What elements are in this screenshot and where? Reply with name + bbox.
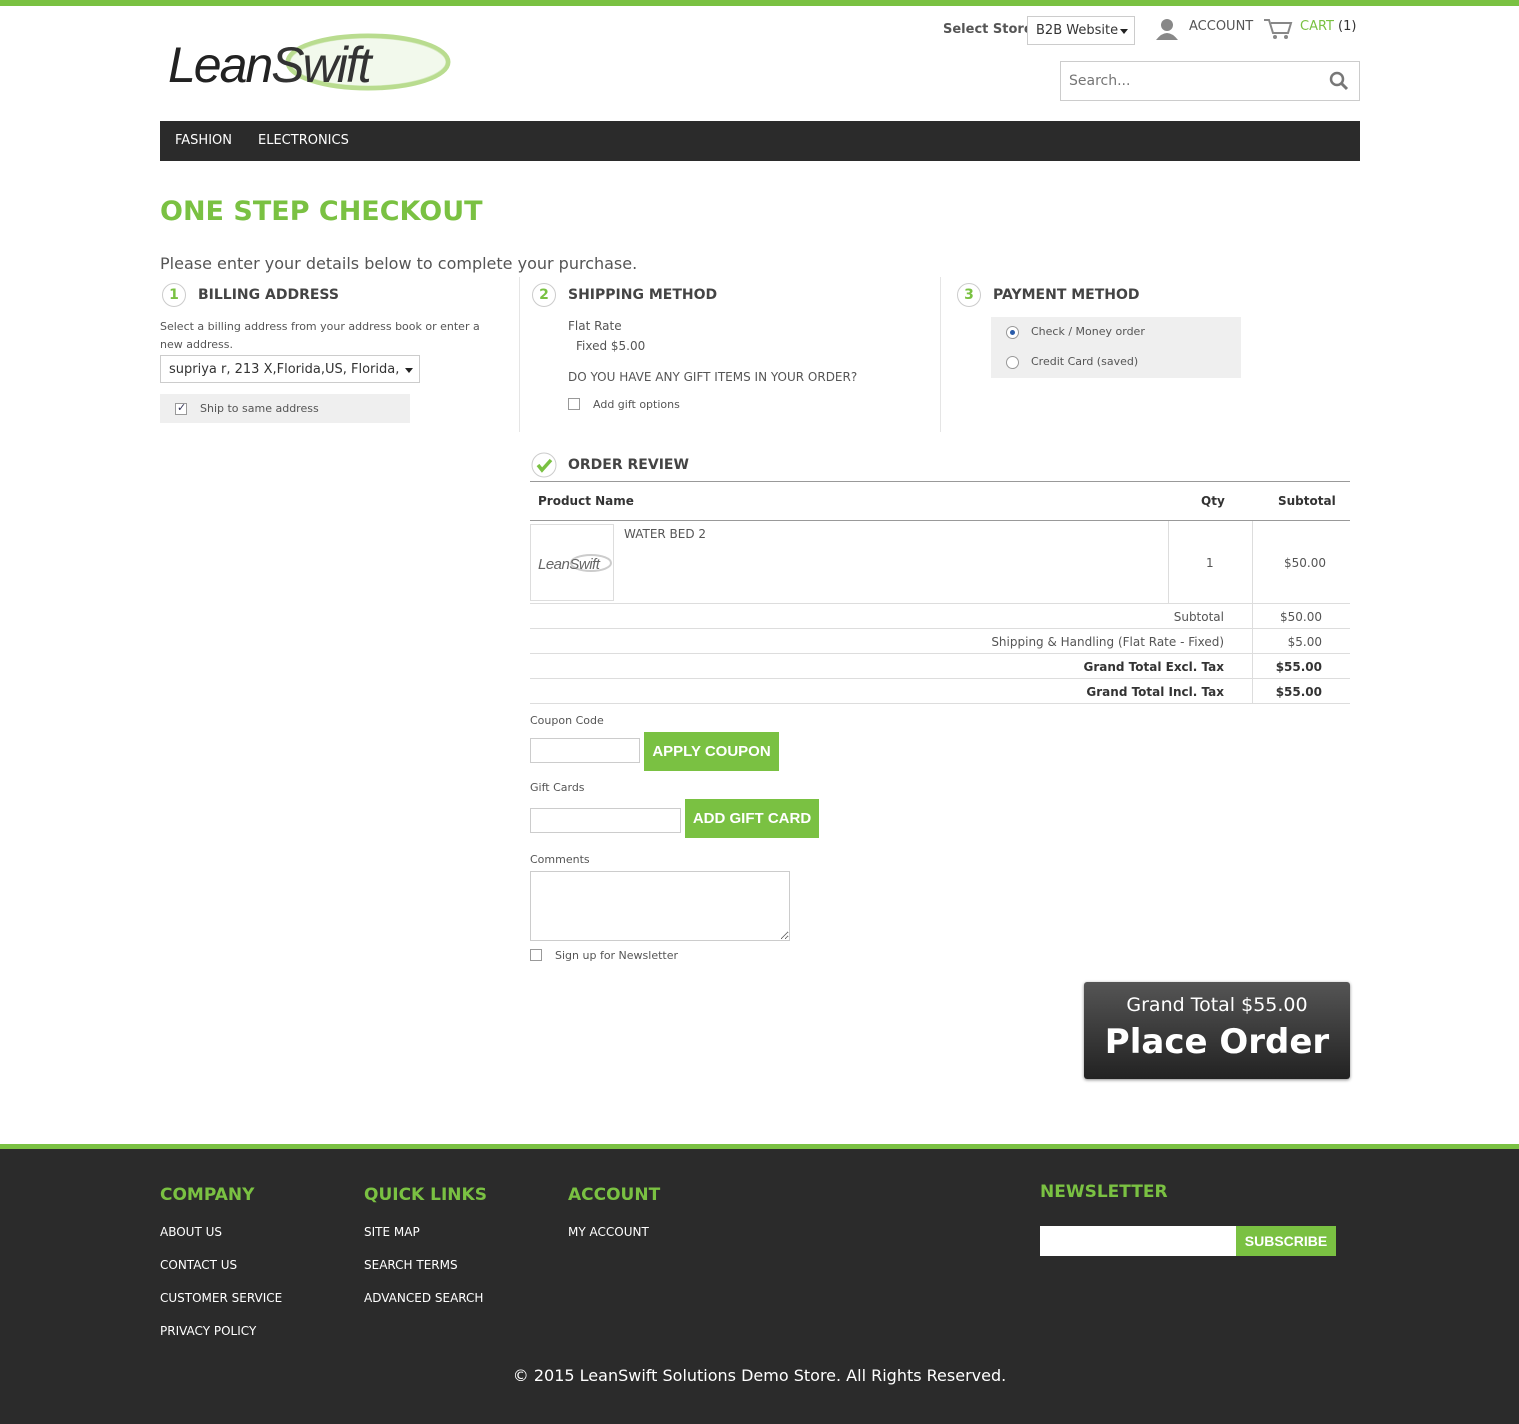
payment-radio-credit-card[interactable] — [1006, 356, 1019, 369]
shipping-title: SHIPPING METHOD — [568, 287, 718, 303]
totals-row-subtotal: Subtotal $50.00 — [530, 604, 1350, 629]
totals-label: Shipping & Handling (Flat Rate - Fixed) — [991, 635, 1224, 649]
payment-title: PAYMENT METHOD — [993, 287, 1140, 303]
gift-options-checkbox[interactable] — [568, 398, 580, 410]
billing-address-value: supriya r, 213 X,Florida,US, Florida, — [169, 362, 400, 377]
column-header-qty: Qty — [1201, 494, 1225, 508]
shipping-method-price[interactable]: Fixed $5.00 — [576, 339, 645, 353]
billing-title: BILLING ADDRESS — [198, 287, 339, 303]
product-subtotal: $50.00 — [1284, 556, 1326, 570]
payment-option-credit-card[interactable]: Credit Card (saved) — [1031, 355, 1138, 368]
product-name: WATER BED 2 — [624, 527, 707, 541]
checkmark-icon — [531, 452, 557, 478]
step-number-1: 1 — [162, 283, 186, 307]
totals-row-grand-incl: Grand Total Incl. Tax $55.00 — [530, 679, 1350, 704]
store-select-label: Select Store: — [943, 22, 1038, 37]
footer-link-about-us[interactable]: ABOUT US — [160, 1225, 222, 1239]
coupon-input[interactable] — [530, 738, 640, 763]
intro-text: Please enter your details below to compl… — [160, 254, 638, 273]
footer-link-search-terms[interactable]: SEARCH TERMS — [364, 1258, 458, 1272]
comments-label: Comments — [530, 853, 590, 866]
totals-value: $5.00 — [1287, 635, 1322, 649]
place-order-button[interactable]: Grand Total $55.00 Place Order — [1084, 982, 1350, 1079]
column-header-product: Product Name — [538, 494, 634, 508]
totals-value: $55.00 — [1275, 685, 1322, 699]
totals-label: Grand Total Excl. Tax — [1083, 660, 1224, 674]
product-thumbnail[interactable]: LeanSwift — [530, 524, 614, 601]
account-link[interactable]: ACCOUNT — [1189, 19, 1253, 34]
footer-newsletter-title: NEWSLETTER — [1040, 1182, 1168, 1202]
chevron-down-icon — [1120, 29, 1128, 34]
gift-options-label: Add gift options — [593, 398, 680, 411]
site-logo[interactable]: LeanSwift — [168, 30, 458, 100]
payment-option-check[interactable]: Check / Money order — [1031, 325, 1145, 338]
subscribe-button[interactable]: SUBSCRIBE — [1236, 1226, 1336, 1256]
footer-link-privacy-policy[interactable]: PRIVACY POLICY — [160, 1324, 256, 1338]
svg-text:LeanSwift: LeanSwift — [168, 37, 374, 93]
search-input[interactable] — [1061, 62, 1311, 100]
comments-textarea[interactable] — [530, 871, 790, 941]
cart-link[interactable]: CART — [1300, 19, 1334, 34]
apply-coupon-button[interactable]: APPLY COUPON — [644, 732, 779, 771]
billing-address-select[interactable]: supriya r, 213 X,Florida,US, Florida, — [160, 355, 420, 383]
column-header-subtotal: Subtotal — [1278, 494, 1336, 508]
footer-link-advanced-search[interactable]: ADVANCED SEARCH — [364, 1291, 483, 1305]
footer-link-my-account[interactable]: MY ACCOUNT — [568, 1225, 649, 1239]
totals-row-shipping: Shipping & Handling (Flat Rate - Fixed) … — [530, 629, 1350, 654]
cell-divider — [1168, 521, 1169, 604]
payment-options: Check / Money order Credit Card (saved) — [991, 317, 1241, 378]
footer-link-customer-service[interactable]: CUSTOMER SERVICE — [160, 1291, 282, 1305]
store-select-value: B2B Website — [1036, 23, 1119, 38]
totals-row-grand-excl: Grand Total Excl. Tax $55.00 — [530, 654, 1350, 679]
nav-item-fashion[interactable]: FASHION — [175, 133, 232, 148]
product-thumbnail-logo: LeanSwift — [538, 556, 601, 573]
coupon-label: Coupon Code — [530, 714, 604, 727]
place-order-grand-total: Grand Total $55.00 — [1126, 994, 1308, 1016]
store-select[interactable]: B2B Website — [1027, 16, 1135, 45]
column-divider — [519, 277, 520, 432]
page-title: ONE STEP CHECKOUT — [160, 196, 483, 227]
footer-account-title: ACCOUNT — [568, 1185, 661, 1205]
shipping-method-name: Flat Rate — [568, 319, 622, 333]
payment-radio-check[interactable] — [1006, 326, 1019, 339]
chevron-down-icon — [405, 368, 413, 373]
column-divider — [940, 277, 941, 432]
cart-count: (1) — [1338, 19, 1357, 34]
gift-question: DO YOU HAVE ANY GIFT ITEMS IN YOUR ORDER… — [568, 370, 858, 384]
step-number-2: 2 — [532, 283, 556, 307]
place-order-label: Place Order — [1104, 1022, 1330, 1062]
user-icon[interactable] — [1155, 18, 1179, 40]
newsletter-signup-label: Sign up for Newsletter — [555, 949, 679, 962]
gift-card-input[interactable] — [530, 808, 681, 833]
order-review-title: ORDER REVIEW — [568, 457, 689, 473]
newsletter-signup-checkbox[interactable] — [530, 949, 542, 961]
review-table-header: Product Name Qty Subtotal — [530, 481, 1350, 521]
gift-cards-label: Gift Cards — [530, 781, 585, 794]
product-qty: 1 — [1206, 556, 1214, 570]
add-gift-card-button[interactable]: ADD GIFT CARD — [685, 799, 819, 838]
top-accent-bar — [0, 0, 1519, 6]
billing-hint: Select a billing address from your addre… — [160, 320, 480, 351]
copyright-text: © 2015 LeanSwift Solutions Demo Store. A… — [512, 1366, 1007, 1385]
ship-same-checkbox[interactable] — [175, 401, 187, 415]
footer-link-site-map[interactable]: SITE MAP — [364, 1225, 420, 1239]
footer-company-title: COMPANY — [160, 1185, 255, 1205]
main-nav: FASHION ELECTRONICS — [160, 121, 1360, 161]
table-row: LeanSwift WATER BED 2 1 $50.00 — [530, 521, 1350, 604]
footer-link-contact-us[interactable]: CONTACT US — [160, 1258, 237, 1272]
totals-label: Grand Total Incl. Tax — [1086, 685, 1224, 699]
search-icon[interactable] — [1329, 71, 1349, 91]
footer-quick-links-title: QUICK LINKS — [364, 1185, 487, 1205]
newsletter-email-input[interactable] — [1040, 1226, 1236, 1256]
cart-icon[interactable] — [1263, 17, 1293, 41]
totals-label: Subtotal — [1173, 610, 1224, 624]
cell-divider — [1252, 521, 1253, 604]
ship-same-label: Ship to same address — [200, 402, 319, 415]
ship-same-row[interactable]: Ship to same address — [160, 394, 410, 423]
totals-value: $50.00 — [1280, 610, 1322, 624]
nav-item-electronics[interactable]: ELECTRONICS — [258, 133, 349, 148]
search-box — [1060, 61, 1360, 101]
step-number-3: 3 — [957, 283, 981, 307]
totals-value: $55.00 — [1275, 660, 1322, 674]
